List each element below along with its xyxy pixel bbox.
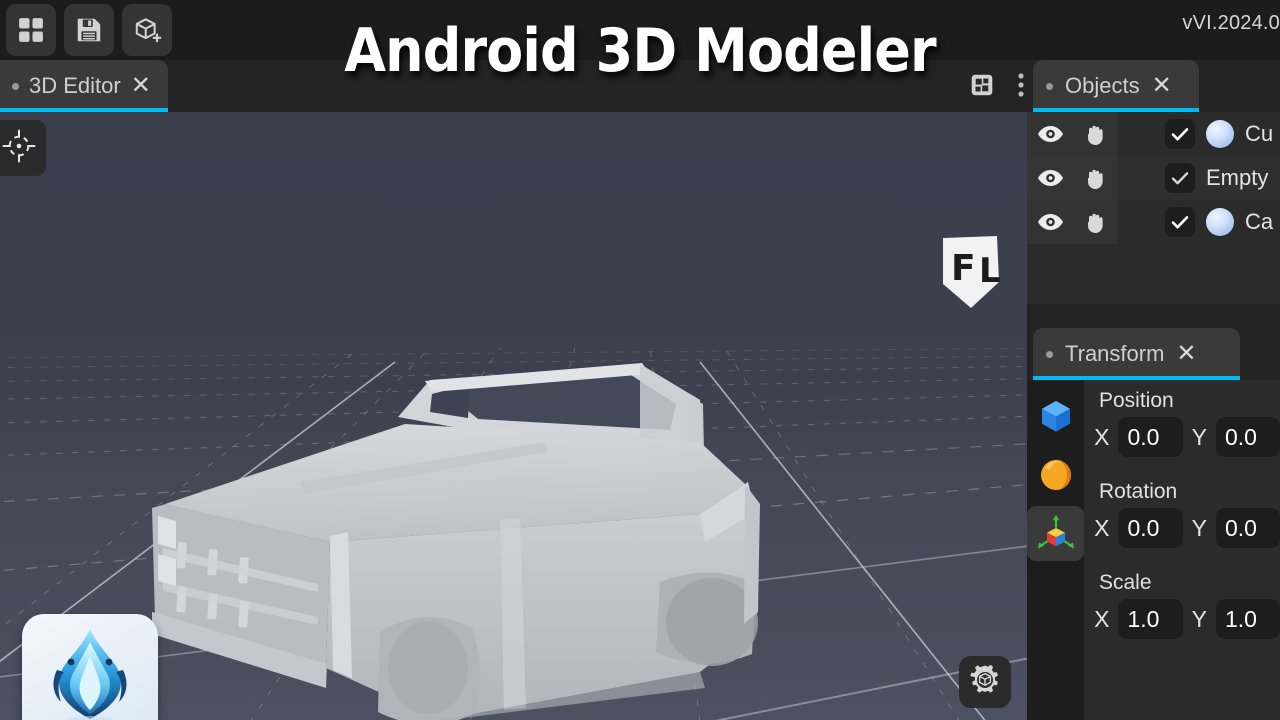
svg-text:L: L — [979, 251, 1001, 291]
close-icon[interactable]: ✕ — [1152, 74, 1172, 98]
object-row-controls — [1027, 200, 1117, 244]
transform-group-scale: Scale X 1.0 Y 1.0 — [1084, 562, 1280, 639]
tab-label: 3D Editor — [29, 73, 121, 98]
panel-title-transform: Transform — [1065, 341, 1165, 366]
crosshair-icon — [2, 129, 36, 168]
transform-group-position: Position X 0.0 Y 0.0 — [1084, 380, 1280, 457]
panel-title-objects: Objects — [1065, 73, 1140, 98]
eye-icon[interactable] — [1027, 213, 1073, 231]
grid-icon — [16, 15, 46, 45]
rotation-y-input[interactable]: 0.0 — [1215, 508, 1280, 548]
axis-label-x: X — [1094, 605, 1110, 632]
object-row-spacer — [1117, 156, 1159, 200]
save-floppy-icon — [74, 15, 104, 45]
cube-plus-icon — [132, 15, 163, 46]
object-enabled-checkbox[interactable] — [1165, 207, 1195, 237]
material-sphere-icon[interactable] — [1027, 447, 1084, 502]
viewport-3d[interactable]: F L — [0, 112, 1027, 720]
panel-modified-dot — [1046, 82, 1053, 90]
hand-icon[interactable] — [1073, 122, 1117, 147]
axis-label-y: Y — [1191, 514, 1207, 541]
blue-flame-icon — [53, 630, 127, 720]
axis-label-y: Y — [1191, 423, 1207, 450]
mesh-cube-icon[interactable] — [1027, 388, 1084, 443]
eye-icon[interactable] — [1027, 169, 1073, 187]
object-row-controls — [1027, 112, 1117, 156]
axis-row: X 1.0 Y 1.0 — [1093, 599, 1280, 639]
object-thumbnail — [1206, 208, 1234, 236]
object-row-controls — [1027, 156, 1117, 200]
app-icon[interactable] — [22, 614, 158, 720]
header-icon-group — [969, 71, 1025, 99]
add-object-button[interactable] — [122, 4, 172, 56]
table-row[interactable]: Ca — [1027, 200, 1280, 244]
transform-panel-body: Position X 0.0 Y 0.0 Rotation X 0.0 Y 0.… — [1027, 380, 1280, 720]
axis-row: X 0.0 Y 0.0 — [1093, 508, 1280, 548]
svg-text:F: F — [951, 248, 976, 289]
object-enabled-checkbox[interactable] — [1165, 163, 1195, 193]
group-label: Position — [1099, 389, 1174, 412]
scale-x-input[interactable]: 1.0 — [1118, 599, 1183, 639]
panel-tab-transform[interactable]: Transform ✕ — [1033, 328, 1240, 380]
overflow-menu-icon[interactable] — [1017, 71, 1025, 99]
save-button[interactable] — [64, 4, 114, 56]
axis-label-x: X — [1094, 514, 1110, 541]
axis-label-y: Y — [1191, 605, 1207, 632]
table-row[interactable]: Cu — [1027, 112, 1280, 156]
panel-tab-objects[interactable]: Objects ✕ — [1033, 60, 1199, 112]
axis-row: X 0.0 Y 0.0 — [1093, 417, 1280, 457]
group-label: Rotation — [1099, 480, 1178, 503]
truck-model — [152, 363, 760, 720]
rotation-x-input[interactable]: 0.0 — [1118, 508, 1183, 548]
transform-gizmo-icon[interactable] — [1027, 506, 1084, 561]
close-icon[interactable]: ✕ — [131, 74, 151, 98]
objects-list: Cu Empty Ca — [1027, 112, 1280, 304]
page-title: Android 3D Modeler — [344, 16, 936, 86]
split-layout-icon[interactable] — [969, 72, 995, 98]
list-item-label: Cu — [1245, 121, 1274, 146]
grid-layout-button[interactable] — [6, 4, 56, 56]
object-thumbnail — [1206, 120, 1234, 148]
close-icon[interactable]: ✕ — [1176, 342, 1196, 366]
version-label: vVI.2024.0 — [1182, 12, 1280, 34]
viewport-settings-button[interactable] — [959, 656, 1011, 708]
transform-mode-strip — [1027, 380, 1084, 720]
right-sidebar: Objects ✕ Cu Empty Ca Transform ✕ Positi… — [1027, 60, 1280, 720]
table-row[interactable]: Empty — [1027, 156, 1280, 200]
transform-fields: Position X 0.0 Y 0.0 Rotation X 0.0 Y 0.… — [1084, 380, 1280, 720]
object-row-spacer — [1117, 112, 1159, 156]
transform-group-rotation: Rotation X 0.0 Y 0.0 — [1084, 471, 1280, 548]
axis-label-x: X — [1094, 423, 1110, 450]
brand-watermark: F L — [935, 230, 1007, 317]
recenter-button[interactable] — [0, 120, 46, 176]
position-x-input[interactable]: 0.0 — [1118, 417, 1183, 457]
tab-3d-editor[interactable]: 3D Editor ✕ — [0, 60, 168, 112]
app-root: vVI.2024.0 Android 3D Modeler 3D Editor … — [0, 0, 1280, 720]
position-y-input[interactable]: 0.0 — [1215, 417, 1280, 457]
scale-y-input[interactable]: 1.0 — [1215, 599, 1280, 639]
list-item-label: Empty — [1206, 165, 1269, 190]
panel-modified-dot — [1046, 350, 1053, 358]
object-enabled-checkbox[interactable] — [1165, 119, 1195, 149]
hand-icon[interactable] — [1073, 166, 1117, 191]
gear-cube-icon — [968, 663, 1002, 702]
list-item-label: Ca — [1245, 209, 1274, 234]
eye-icon[interactable] — [1027, 125, 1073, 143]
hand-icon[interactable] — [1073, 210, 1117, 235]
group-label: Scale — [1099, 571, 1152, 594]
toolbar-button-group — [6, 4, 172, 56]
object-row-spacer — [1117, 200, 1159, 244]
tab-modified-dot — [12, 82, 19, 90]
